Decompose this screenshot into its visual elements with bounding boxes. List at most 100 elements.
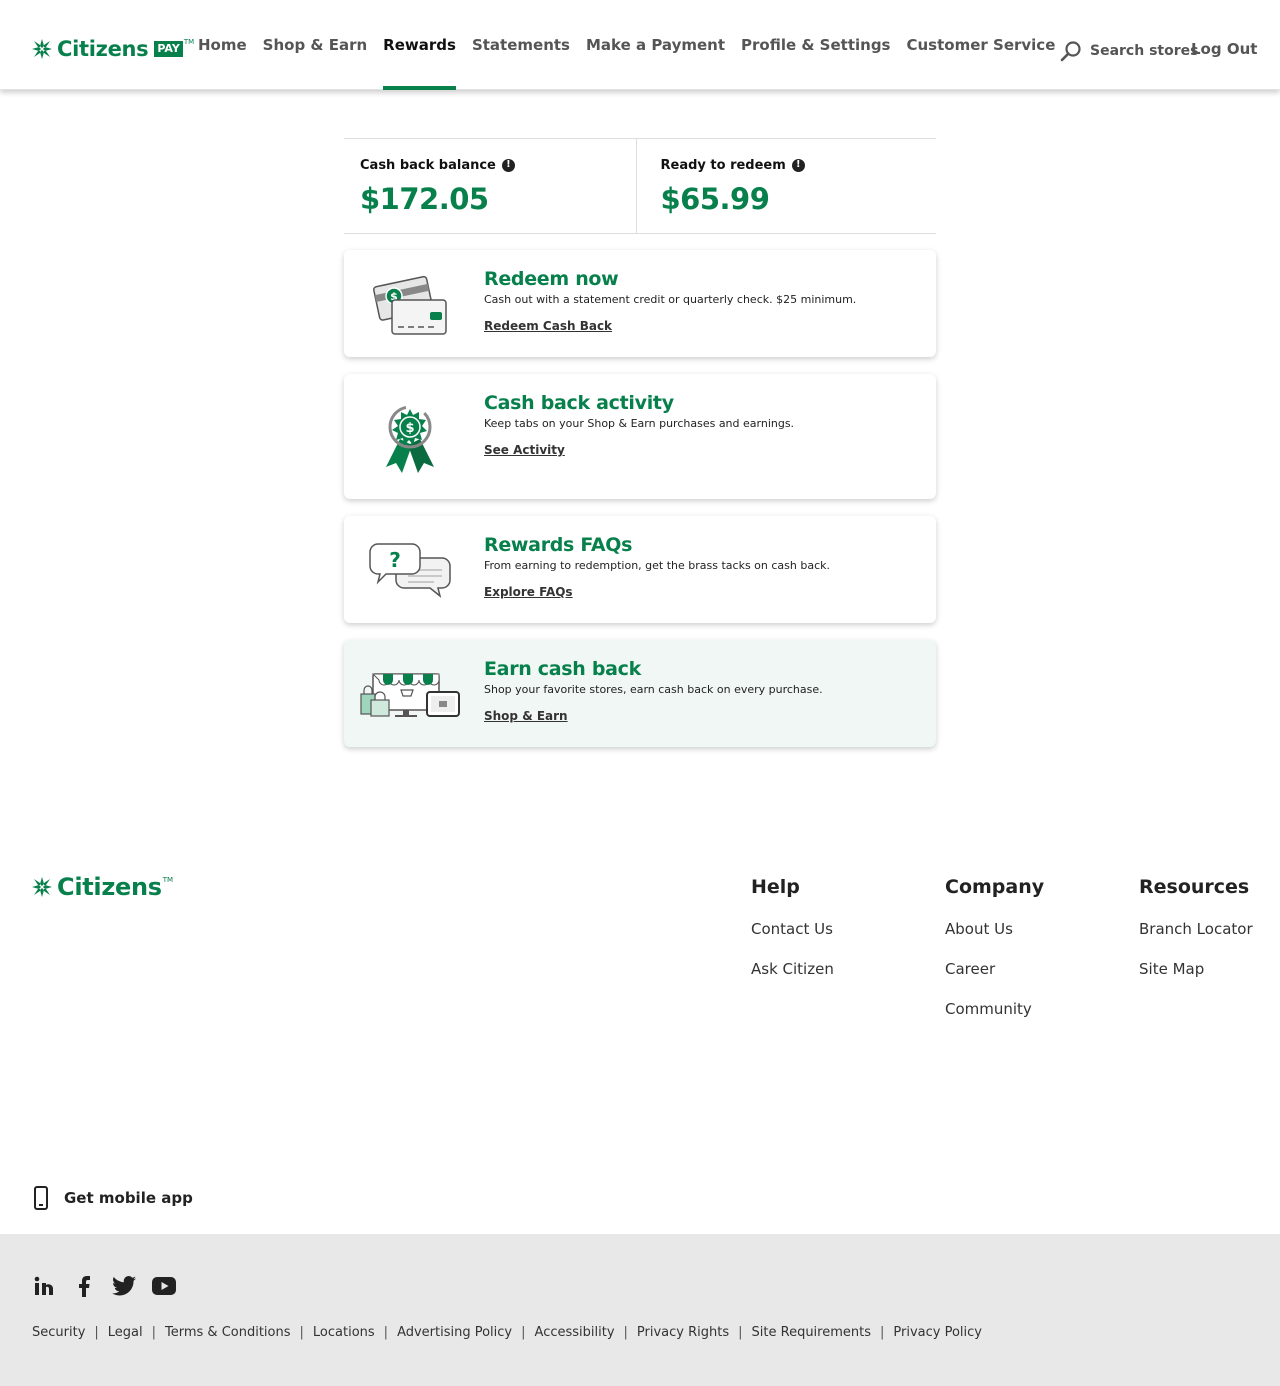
nav-shop-earn[interactable]: Shop & Earn (255, 0, 376, 90)
card-title: Earn cash back (484, 658, 641, 680)
redeem-now-card: $ Redeem now Cash out with a statement c… (344, 250, 936, 357)
card-illustration (358, 654, 462, 734)
legal-link-privacy-policy[interactable]: Privacy Policy (893, 1325, 982, 1340)
footer-bottom-bar: Security | Legal | Terms & Conditions | … (0, 1234, 1280, 1386)
footer-link-about-us[interactable]: About Us (945, 916, 1044, 942)
footer-logo-trademark: TM (162, 876, 174, 884)
logout-link[interactable]: Log Out (1191, 40, 1257, 58)
nav-make-payment[interactable]: Make a Payment (578, 0, 733, 90)
footer-column-heading: Help (751, 876, 800, 898)
ready-to-redeem-label: Ready to redeem (660, 157, 786, 173)
rewards-faqs-card: ? Rewards FAQs From earning to redemptio… (344, 516, 936, 623)
footer-column-heading: Resources (1139, 876, 1250, 898)
legal-link-site-requirements[interactable]: Site Requirements (752, 1325, 871, 1340)
legal-link-security[interactable]: Security (32, 1325, 85, 1340)
chat-bubbles-illustration-icon: ? (369, 542, 451, 598)
earn-cash-back-card: Earn cash back Shop your favorite stores… (344, 640, 936, 747)
card-illustration: $ (358, 264, 462, 344)
cash-back-activity-card: $ Cash back activity Keep tabs on your S… (344, 374, 936, 499)
card-title: Rewards FAQs (484, 534, 633, 556)
footer-citizens-logo[interactable]: Citizens TM (32, 873, 174, 901)
facebook-icon[interactable] (72, 1274, 96, 1298)
legal-link-privacy-rights[interactable]: Privacy Rights (637, 1325, 729, 1340)
social-links (32, 1274, 192, 1298)
cash-back-balance: Cash back balance ! $172.05 (344, 139, 636, 233)
info-icon[interactable]: ! (791, 158, 805, 172)
card-body: Earn cash back Shop your favorite stores… (484, 658, 920, 724)
search-stores-button[interactable]: Search stores (1060, 40, 1198, 62)
card-body: Cash back activity Keep tabs on your Sho… (484, 392, 920, 458)
card-body: Rewards FAQs From earning to redemption,… (484, 534, 920, 600)
separator: | (299, 1325, 304, 1340)
logo-pay-badge: PAY (154, 41, 183, 57)
footer-link-site-map[interactable]: Site Map (1139, 956, 1253, 982)
citizens-logo-mark-icon (32, 877, 52, 897)
card-title: Redeem now (484, 268, 619, 290)
nav-statements[interactable]: Statements (464, 0, 578, 90)
separator: | (738, 1325, 743, 1340)
youtube-icon[interactable] (152, 1274, 176, 1298)
redeem-cash-back-link[interactable]: Redeem Cash Back (484, 319, 612, 333)
citizens-logo-mark-icon (32, 39, 52, 59)
legal-link-locations[interactable]: Locations (313, 1325, 375, 1340)
logo-trademark: TM (183, 38, 195, 46)
ready-to-redeem: Ready to redeem ! $65.99 (635, 139, 937, 233)
main-nav: Home Shop & Earn Rewards Statements Make… (198, 0, 1063, 90)
credit-cards-illustration-icon: $ (373, 275, 447, 335)
get-mobile-app-label: Get mobile app (64, 1189, 193, 1207)
footer-link-ask-citizen[interactable]: Ask Citizen (751, 956, 834, 982)
ready-to-redeem-label-row: Ready to redeem ! (661, 156, 921, 174)
card-description: Shop your favorite stores, earn cash bac… (484, 683, 823, 696)
site-header: Citizens PAY TM Home Shop & Earn Rewards… (0, 0, 1280, 90)
search-stores-label: Search stores (1090, 43, 1199, 59)
svg-text:?: ? (389, 548, 401, 572)
footer-link-community[interactable]: Community (945, 996, 1044, 1022)
shop-earn-link[interactable]: Shop & Earn (484, 709, 568, 723)
explore-faqs-link[interactable]: Explore FAQs (484, 585, 573, 599)
footer-link-contact-us[interactable]: Contact Us (751, 916, 834, 942)
card-description: Cash out with a statement credit or quar… (484, 293, 857, 306)
logo-text: Citizens (57, 37, 149, 61)
twitter-icon[interactable] (112, 1274, 136, 1298)
separator: | (151, 1325, 157, 1340)
legal-link-legal[interactable]: Legal (108, 1325, 143, 1340)
separator: | (521, 1325, 526, 1340)
card-description: From earning to redemption, get the bras… (484, 559, 831, 572)
card-illustration: $ (358, 397, 462, 477)
footer-logo-text: Citizens (57, 873, 162, 901)
mobile-phone-icon (34, 1186, 48, 1210)
footer-column-resources: Resources Branch Locator Site Map (1139, 876, 1253, 982)
footer-column-help: Help Contact Us Ask Citizen (751, 876, 834, 982)
card-body: Redeem now Cash out with a statement cre… (484, 268, 920, 334)
cash-back-balance-value: $172.05 (360, 182, 489, 216)
nav-home[interactable]: Home (198, 0, 255, 90)
cash-back-summary: Cash back balance ! $172.05 Ready to red… (344, 138, 936, 234)
storefront-devices-illustration-icon (360, 672, 460, 717)
legal-link-accessibility[interactable]: Accessibility (535, 1325, 615, 1340)
separator: | (880, 1325, 885, 1340)
search-icon (1060, 41, 1081, 62)
linkedin-icon[interactable] (32, 1274, 56, 1298)
nav-profile-settings[interactable]: Profile & Settings (733, 0, 898, 90)
separator: | (623, 1325, 628, 1340)
legal-link-terms[interactable]: Terms & Conditions (165, 1325, 291, 1340)
card-illustration: ? (358, 530, 462, 610)
footer-column-heading: Company (945, 876, 1045, 898)
see-activity-link[interactable]: See Activity (484, 443, 565, 457)
nav-rewards[interactable]: Rewards (383, 0, 456, 90)
card-title: Cash back activity (484, 392, 674, 414)
footer-link-branch-locator[interactable]: Branch Locator (1139, 916, 1253, 942)
info-icon[interactable]: ! (501, 158, 515, 172)
ready-to-redeem-value: $65.99 (660, 182, 770, 216)
legal-links: Security | Legal | Terms & Conditions | … (32, 1325, 982, 1340)
legal-link-advertising-policy[interactable]: Advertising Policy (397, 1325, 512, 1340)
award-ribbon-illustration-icon: $ (386, 405, 434, 473)
footer-link-career[interactable]: Career (945, 956, 1044, 982)
cash-back-balance-label-row: Cash back balance ! (360, 156, 620, 174)
nav-customer-service[interactable]: Customer Service (899, 0, 1064, 90)
get-mobile-app-link[interactable]: Get mobile app (32, 1186, 193, 1210)
separator: | (383, 1325, 389, 1340)
cash-back-balance-label: Cash back balance (360, 157, 496, 173)
footer-column-company: Company About Us Career Community (945, 876, 1044, 1022)
citizens-pay-logo[interactable]: Citizens PAY TM (32, 38, 194, 60)
